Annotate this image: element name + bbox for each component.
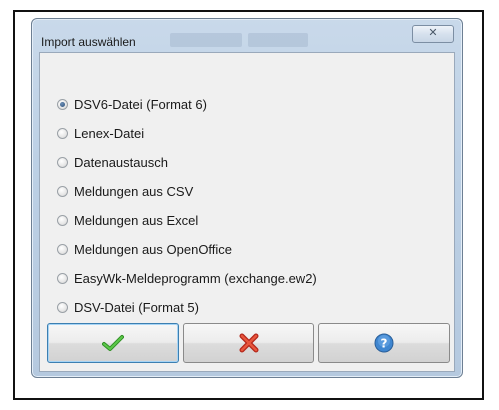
option-label: DSV-Datei (Format 5): [74, 300, 199, 315]
radio-button[interactable]: [57, 244, 68, 255]
close-button[interactable]: ✕: [412, 25, 454, 43]
option-label: Meldungen aus Excel: [74, 213, 199, 228]
cancel-button[interactable]: [182, 323, 315, 363]
radio-button[interactable]: [57, 99, 68, 110]
help-button[interactable]: ?: [318, 323, 451, 363]
option-label: Datenaustausch: [74, 155, 168, 170]
import-option-list: DSV6-Datei (Format 6) Lenex-Datei Datena…: [57, 90, 437, 322]
background-window-ghost: [248, 33, 308, 47]
background-window-ghost: [170, 33, 242, 47]
radio-button[interactable]: [57, 157, 68, 168]
ok-button[interactable]: [47, 323, 179, 363]
dialog-title: Import auswählen: [41, 35, 136, 49]
radio-button[interactable]: [57, 186, 68, 197]
option-excel[interactable]: Meldungen aus Excel: [57, 206, 437, 235]
radio-button[interactable]: [57, 215, 68, 226]
option-label: DSV6-Datei (Format 6): [74, 97, 207, 112]
red-x-icon: [239, 333, 258, 353]
checkmark-icon: [101, 335, 124, 351]
title-bar[interactable]: Import auswählen ✕: [32, 19, 462, 49]
close-icon: ✕: [428, 27, 438, 39]
help-icon: ?: [374, 333, 394, 353]
option-dsv5[interactable]: DSV-Datei (Format 5): [57, 293, 437, 322]
option-label: Meldungen aus CSV: [74, 184, 194, 199]
option-label: Meldungen aus OpenOffice: [74, 242, 233, 257]
option-csv[interactable]: Meldungen aus CSV: [57, 177, 437, 206]
option-dsv6[interactable]: DSV6-Datei (Format 6): [57, 90, 437, 119]
option-label: EasyWk-Meldeprogramm (exchange.ew2): [74, 271, 317, 286]
dialog-client-area: DSV6-Datei (Format 6) Lenex-Datei Datena…: [39, 52, 455, 372]
option-datenaustausch[interactable]: Datenaustausch: [57, 148, 437, 177]
option-lenex[interactable]: Lenex-Datei: [57, 119, 437, 148]
import-dialog: Import auswählen ✕ DSV6-Datei (Format 6)…: [31, 18, 463, 378]
option-label: Lenex-Datei: [74, 126, 145, 141]
radio-button[interactable]: [57, 273, 68, 284]
radio-button[interactable]: [57, 302, 68, 313]
option-easywk[interactable]: EasyWk-Meldeprogramm (exchange.ew2): [57, 264, 437, 293]
radio-button[interactable]: [57, 128, 68, 139]
button-bar: ?: [47, 323, 451, 367]
svg-text:?: ?: [381, 337, 388, 351]
option-openoffice[interactable]: Meldungen aus OpenOffice: [57, 235, 437, 264]
